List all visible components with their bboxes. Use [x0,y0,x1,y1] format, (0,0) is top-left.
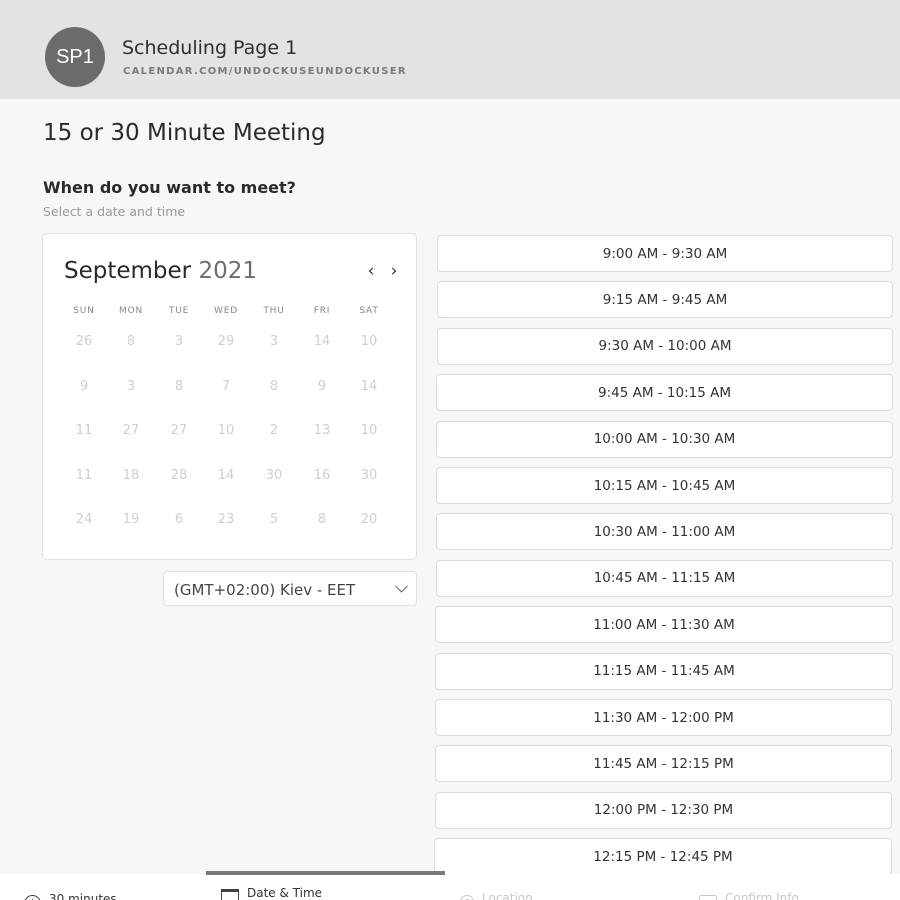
calendar-day: 8 [174,378,184,394]
step-duration[interactable]: 30 minutes [24,885,117,900]
step-confirm-info[interactable]: Confirm Info [699,887,799,900]
question-heading: When do you want to meet? [43,178,296,197]
time-slot-button[interactable]: 11:00 AM - 11:30 AM [435,606,893,644]
weekday-label: MON [119,306,143,316]
calendar-day: 30 [360,467,378,483]
weekday-label: TUE [168,306,190,316]
step-label: Location [482,891,533,900]
calendar-day: 8 [126,334,136,349]
step-label: Date & Time [247,885,323,900]
time-slot-button[interactable]: 9:15 AM - 9:45 AM [437,281,893,319]
time-slot-button[interactable]: 11:30 AM - 12:00 PM [435,699,892,736]
clock-icon [24,895,41,900]
calendar-day: 11 [75,467,93,483]
calendar-day: 14 [360,378,378,394]
calendar-day: 9 [79,378,89,394]
step-label: Confirm Info [725,890,799,900]
calendar-day: 7 [221,378,231,394]
next-month-icon[interactable]: › [386,261,402,283]
step-location[interactable]: Location [460,887,533,900]
scheduling-page-url[interactable]: CALENDAR.COM/UNDOCKUSEUNDOCKUSER [123,66,407,77]
location-pin-icon [460,895,474,900]
calendar-day: 10 [360,423,378,438]
time-slot-button[interactable]: 10:15 AM - 10:45 AM [436,467,893,504]
calendar-day: 13 [313,423,331,438]
date-picker-calendar: September 2021 ‹ › SUN MON TUE WED THU FRI SAT… [42,233,417,560]
meeting-title: 15 or 30 Minute Meeting [43,120,326,146]
calendar-day: 29 [217,334,235,349]
calendar-day: 3 [126,378,136,394]
weekday-label: SUN [73,306,95,316]
timezone-value: (GMT+02:00) Kiev - EET [174,581,356,599]
calendar-day: 24 [75,512,93,527]
time-slot-button[interactable]: 9:45 AM - 10:15 AM [436,374,893,412]
calendar-day: 11 [75,423,93,438]
time-slot-button[interactable]: 9:30 AM - 10:00 AM [437,327,893,365]
calendar-day: 27 [122,423,140,438]
calendar-day: 30 [265,467,283,483]
calendar-day: 14 [313,334,331,349]
calendar-day: 19 [122,512,140,527]
calendar-day: 23 [217,512,235,527]
calendar-day: 28 [170,467,188,483]
calendar-icon [221,889,239,900]
page-header: SP1 Scheduling Page 1 CALENDAR.COM/UNDOC… [0,0,900,99]
question-subtitle: Select a date and time [43,204,186,219]
calendar-day: 18 [122,467,140,483]
calendar-day: 2 [269,423,279,438]
calendar-day: 3 [174,334,184,349]
calendar-day: 5 [269,512,279,527]
time-slot-button[interactable]: 11:15 AM - 11:45 AM [435,652,893,690]
step-date-time[interactable]: Date & Time [221,883,322,900]
timezone-select[interactable]: (GMT+02:00) Kiev - EET [163,571,417,606]
calendar-month: September [64,258,192,284]
calendar-day: 10 [217,423,235,438]
avatar: SP1 [45,27,105,87]
weekday-label: WED [214,306,238,316]
time-slot-button[interactable]: 10:00 AM - 10:30 AM [436,420,893,458]
prev-month-icon[interactable]: ‹ [363,261,379,283]
calendar-month-year: September 2021 [64,258,257,284]
chevron-down-icon [395,579,408,593]
calendar-day: 8 [317,512,327,527]
time-slot-button[interactable]: 9:00 AM - 9:30 AM [437,235,893,272]
step-label: 30 minutes [49,891,117,900]
time-slot-button[interactable]: 12:00 PM - 12:30 PM [435,791,892,829]
weekday-label: SAT [359,306,379,316]
time-slot-button[interactable]: 11:45 AM - 12:15 PM [435,745,892,783]
weekday-label: FRI [313,306,331,316]
scheduling-page-name: Scheduling Page 1 [122,37,298,59]
time-slot-button[interactable]: 10:45 AM - 11:15 AM [436,559,893,597]
card-icon [699,895,717,900]
active-step-indicator [206,871,445,875]
calendar-day: 6 [174,512,184,527]
calendar-day: 3 [269,334,279,349]
weekday-label: THU [263,306,285,316]
time-slot-button[interactable]: 12:15 PM - 12:45 PM [434,838,892,876]
calendar-day: 9 [317,378,327,394]
calendar-day: 10 [360,334,378,349]
calendar-day: 20 [360,512,378,527]
calendar-day: 27 [170,423,188,438]
calendar-day: 16 [313,467,331,483]
calendar-day: 8 [269,378,279,394]
calendar-day: 14 [217,467,235,483]
calendar-year: 2021 [198,258,257,284]
time-slot-button[interactable]: 10:30 AM - 11:00 AM [436,513,893,551]
calendar-day: 26 [75,334,93,349]
